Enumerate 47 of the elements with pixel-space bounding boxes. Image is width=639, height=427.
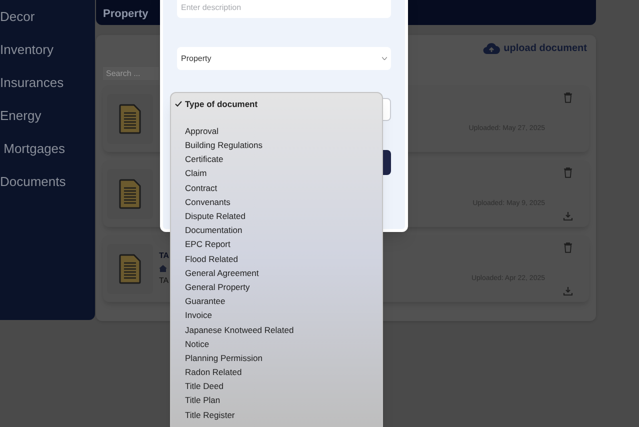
description-field[interactable]: Enter description (177, 0, 391, 18)
dropdown-option[interactable]: Japanese Knotweed Related (171, 322, 382, 337)
sidebar-item[interactable]: Inventory (0, 41, 95, 59)
dropdown-option[interactable]: Claim (171, 166, 382, 181)
dropdown-option[interactable]: General Agreement (171, 266, 382, 280)
dropdown-option[interactable]: Planning Permission (171, 351, 382, 366)
dropdown-option[interactable]: Title Deed (171, 380, 382, 394)
dropdown-option[interactable]: Notice (171, 337, 382, 352)
category-select[interactable]: Property (177, 47, 391, 70)
dropdown-option[interactable]: Contract (171, 180, 382, 196)
checkmark-icon (175, 101, 182, 108)
trash-icon[interactable] (563, 92, 573, 102)
document-icon (119, 178, 141, 208)
sidebar-item[interactable]: Decor (0, 8, 95, 26)
dropdown-option[interactable]: Certificate (171, 152, 382, 167)
sidebar-item[interactable]: Energy (0, 107, 95, 125)
page-title: Property (103, 8, 148, 20)
dropdown-option[interactable]: Title Register (171, 408, 382, 422)
search-field[interactable]: Search ... (103, 67, 159, 80)
dropdown-option[interactable]: General Property (171, 280, 382, 294)
trash-icon[interactable] (563, 166, 573, 178)
document-icon (119, 104, 141, 134)
chevron-down-icon (382, 57, 387, 60)
dropdown-option[interactable]: Building Regulations (171, 138, 382, 153)
dropdown-option[interactable]: EPC Report (171, 238, 382, 252)
sidebar-item[interactable]: Documents (0, 173, 95, 191)
dropdown-option[interactable]: Invoice (171, 308, 382, 323)
dropdown-option[interactable]: Dispute Related (171, 209, 382, 224)
dropdown-option[interactable]: Approval (171, 124, 382, 138)
dropdown-option[interactable]: Documentation (171, 224, 382, 238)
document-icon (119, 254, 141, 284)
dropdown-option[interactable]: Convenants (171, 195, 382, 210)
dropdown-option[interactable]: Radon Related (171, 365, 382, 380)
sidebar-item[interactable]: Insurances (0, 74, 95, 92)
download-icon[interactable] (563, 210, 573, 220)
home-icon (159, 265, 167, 272)
dropdown-option[interactable]: Flood Related (171, 252, 382, 266)
sidebar-item[interactable]: Mortgages (0, 140, 95, 158)
download-icon[interactable] (563, 286, 573, 296)
trash-icon[interactable] (563, 242, 573, 252)
select-value: Property (181, 52, 212, 64)
document-title: TA (159, 250, 169, 262)
dropdown-option[interactable]: Type of document (171, 97, 382, 112)
document-subtitle: TA (159, 275, 169, 287)
dropdown-option[interactable]: Title Plan (171, 394, 382, 408)
cloud-upload-icon (482, 42, 500, 55)
dropdown-option[interactable]: Guarantee (171, 294, 382, 309)
